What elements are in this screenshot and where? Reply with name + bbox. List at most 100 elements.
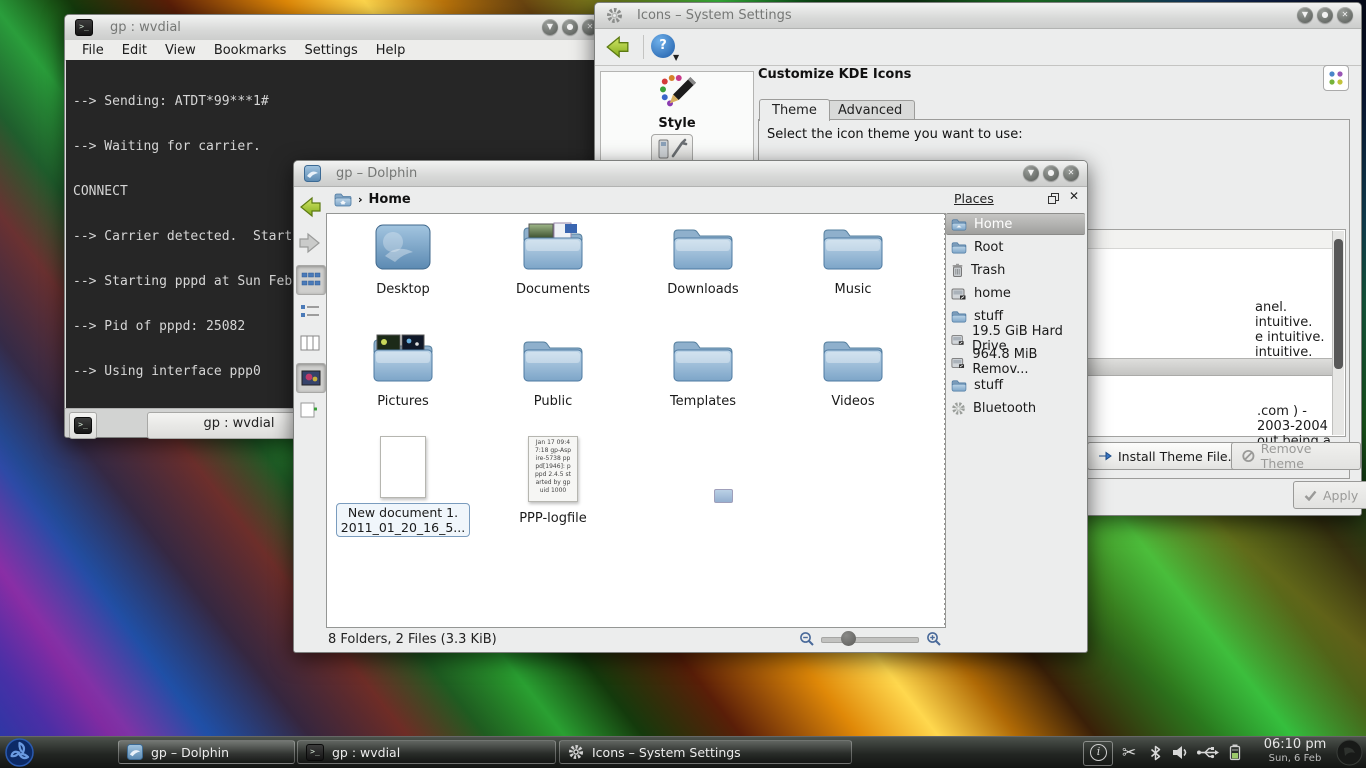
- bluetooth-icon[interactable]: [1150, 744, 1161, 761]
- places-item-bluetooth[interactable]: Bluetooth: [946, 397, 1085, 419]
- system-settings-titlebar[interactable]: Icons – System Settings ▼ ● ✕: [595, 3, 1361, 29]
- task-konsole[interactable]: >_ gp : wvdial: [297, 740, 556, 764]
- forward-arrow-icon: [298, 231, 322, 255]
- float-panel-icon[interactable]: [1048, 193, 1059, 204]
- menu-settings[interactable]: Settings: [295, 42, 366, 59]
- places-item-removable[interactable]: 964.8 MiB Remov...: [946, 351, 1085, 373]
- trash-icon: [951, 263, 964, 278]
- menu-help[interactable]: Help: [367, 42, 415, 59]
- maximize-icon[interactable]: ●: [1317, 7, 1333, 23]
- konsole-titlebar[interactable]: >_ gp : wvdial ▼ ● ✕: [65, 15, 606, 41]
- folder-icon: [951, 379, 967, 392]
- split-view-button[interactable]: [296, 397, 324, 425]
- volume-icon[interactable]: [1172, 744, 1189, 761]
- file-item[interactable]: Videos: [778, 334, 928, 409]
- chevron-down-icon[interactable]: ▼: [673, 53, 679, 62]
- close-icon[interactable]: ✕: [1063, 165, 1079, 181]
- details-view-icon: [300, 303, 320, 319]
- file-item[interactable]: Music: [778, 222, 928, 297]
- breadcrumb-home[interactable]: Home: [369, 192, 411, 207]
- window-dolphin: gp – Dolphin ▼ ● ✕ › Home: [293, 160, 1088, 653]
- folder-view[interactable]: Desktop Documents Downloads: [326, 213, 946, 628]
- file-item[interactable]: Templates: [628, 334, 778, 409]
- system-settings-window-title: Icons – System Settings: [637, 8, 792, 23]
- minimize-icon[interactable]: ▼: [1297, 7, 1313, 23]
- status-text: 8 Folders, 2 Files (3.3 KiB): [328, 632, 497, 647]
- task-dolphin[interactable]: gp – Dolphin: [118, 740, 295, 764]
- dolphin-window-title: gp – Dolphin: [336, 166, 417, 181]
- battery-icon[interactable]: [1228, 744, 1242, 761]
- taskbar: gp – Dolphin >_ gp : wvdial Icons – Syst…: [0, 736, 1366, 768]
- back-button[interactable]: [296, 193, 324, 221]
- plasma-cashew-icon[interactable]: [1336, 739, 1363, 766]
- apply-button[interactable]: Apply: [1293, 481, 1366, 509]
- places-item-trash[interactable]: Trash: [946, 259, 1085, 281]
- tab-advanced[interactable]: Advanced: [825, 100, 915, 120]
- dolphin-titlebar[interactable]: gp – Dolphin ▼ ● ✕: [294, 161, 1087, 187]
- forward-button[interactable]: [296, 229, 324, 257]
- slider-handle[interactable]: [841, 631, 856, 646]
- file-item[interactable]: Pictures: [328, 334, 478, 409]
- file-label: PPP-logfile: [478, 511, 628, 526]
- launcher-icon[interactable]: [5, 738, 34, 767]
- back-arrow-icon[interactable]: [603, 34, 631, 60]
- info-icon[interactable]: i: [1090, 744, 1107, 761]
- file-item[interactable]: Jan 17 09:4 7:18 gp-Asp ire-5738 pp pd[1…: [478, 436, 628, 526]
- klipper-scissors-icon[interactable]: ✂: [1122, 744, 1136, 761]
- scrollbar-thumb[interactable]: [1334, 239, 1343, 369]
- file-item[interactable]: Desktop: [328, 222, 478, 297]
- clock-date: Sun, 6 Feb: [1258, 752, 1332, 766]
- dolphin-toolbar: [294, 187, 326, 626]
- icons-view-icon: [301, 272, 321, 288]
- removable-drive-icon: [951, 356, 965, 369]
- places-item-root[interactable]: Root: [946, 236, 1085, 258]
- tab-theme[interactable]: Theme: [759, 99, 830, 121]
- slider-track[interactable]: [821, 637, 919, 643]
- places-item-home[interactable]: Home: [946, 213, 1085, 235]
- help-icon[interactable]: ?: [651, 34, 675, 58]
- columns-view-icon: [300, 335, 320, 351]
- menu-view[interactable]: View: [156, 42, 205, 59]
- folder-icon: [951, 310, 967, 323]
- preview-button[interactable]: [296, 363, 326, 393]
- minimize-icon[interactable]: ▼: [1023, 165, 1039, 181]
- zoom-in-icon[interactable]: [926, 631, 942, 647]
- konsole-window-title: gp : wvdial: [110, 20, 181, 35]
- menu-bookmarks[interactable]: Bookmarks: [205, 42, 296, 59]
- new-tab-button[interactable]: >_: [69, 412, 97, 439]
- home-folder-icon[interactable]: [334, 192, 352, 207]
- remove-theme-button[interactable]: Remove Theme: [1231, 442, 1361, 470]
- task-system-settings[interactable]: Icons – System Settings: [559, 740, 852, 764]
- zoom-slider[interactable]: [821, 637, 919, 643]
- gear-icon: [951, 401, 966, 416]
- places-item-home-partition[interactable]: home: [946, 282, 1085, 304]
- list-item-fragment: e intuitive.: [1255, 330, 1324, 345]
- zoom-out-icon[interactable]: [799, 631, 815, 647]
- columns-view-button[interactable]: [296, 329, 324, 357]
- close-panel-icon[interactable]: ✕: [1069, 189, 1079, 203]
- file-item[interactable]: Public: [478, 334, 628, 409]
- minimize-icon[interactable]: ▼: [542, 19, 558, 35]
- details-view-button[interactable]: [296, 297, 324, 325]
- maximize-icon[interactable]: ●: [1043, 165, 1059, 181]
- desktop-folder-icon: [371, 222, 435, 274]
- close-icon[interactable]: ✕: [1337, 7, 1353, 23]
- menu-file[interactable]: File: [73, 42, 113, 59]
- file-item[interactable]: Downloads: [628, 222, 778, 297]
- maximize-icon[interactable]: ●: [562, 19, 578, 35]
- usb-icon[interactable]: [1196, 744, 1220, 761]
- templates-folder-icon: [671, 334, 735, 386]
- logfile-preview-icon: Jan 17 09:4 7:18 gp-Asp ire-5738 pp pd[1…: [528, 436, 578, 502]
- file-item[interactable]: Documents: [478, 222, 628, 297]
- menu-edit[interactable]: Edit: [113, 42, 156, 59]
- places-item-stuff-2[interactable]: stuff: [946, 374, 1085, 396]
- icons-view-button[interactable]: [296, 265, 326, 295]
- dolphin-app-icon: [304, 165, 321, 182]
- install-theme-button[interactable]: Install Theme File...: [1087, 442, 1251, 470]
- document-icon: [380, 436, 426, 498]
- file-item-selected[interactable]: New document 1. 2011_01_20_16_5...: [328, 436, 478, 537]
- list-scrollbar[interactable]: [1332, 231, 1344, 435]
- terminal-icon: >_: [74, 417, 92, 434]
- sidebar-item-style[interactable]: Style: [601, 72, 753, 128]
- clock[interactable]: 06:10 pm Sun, 6 Feb: [1258, 738, 1332, 766]
